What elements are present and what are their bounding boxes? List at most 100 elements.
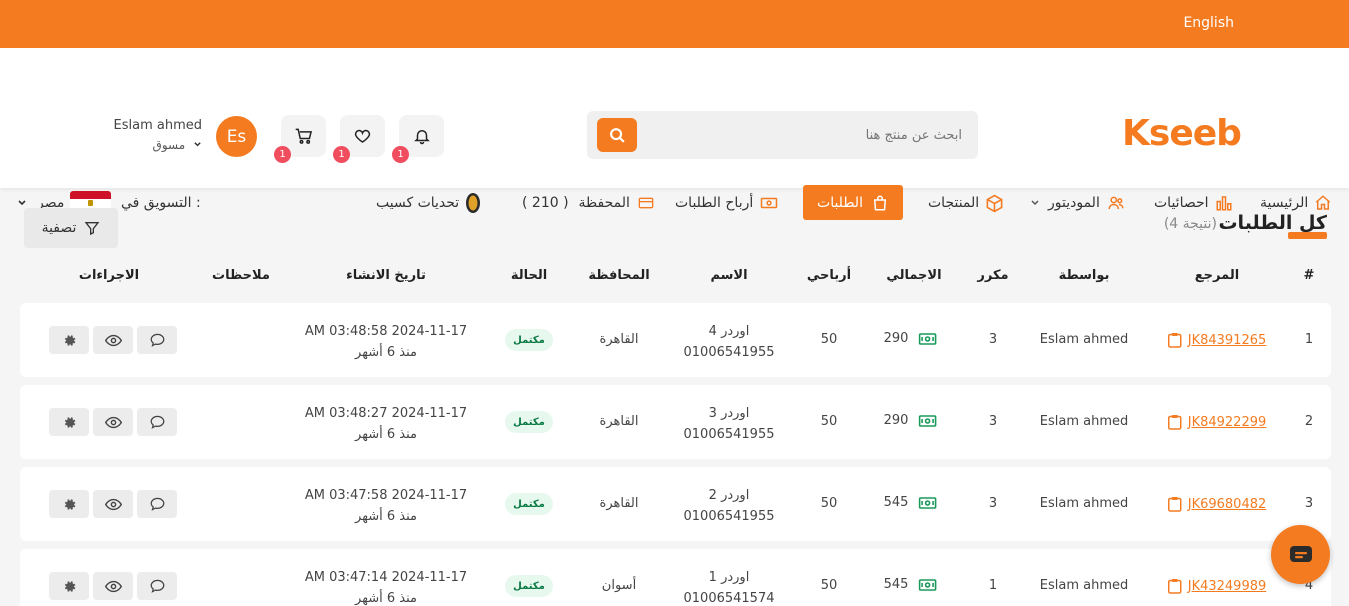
filter-button[interactable]: تصفية xyxy=(24,208,118,248)
money-icon xyxy=(918,496,937,509)
money-icon xyxy=(918,578,937,591)
comment-button[interactable] xyxy=(137,490,177,518)
created-ago: منذ 6 أشهر xyxy=(355,427,417,442)
my-profit: 50 xyxy=(820,496,838,511)
repeat-count: 3 xyxy=(988,414,998,429)
nav-wallet[interactable]: ( 210 ) المحفظة xyxy=(522,194,656,212)
total-value: 290 xyxy=(883,331,909,346)
comment-button[interactable] xyxy=(137,408,177,436)
cart-badge: 1 xyxy=(274,146,291,163)
created-datetime: AM 03:48:27 2024-11-17 xyxy=(304,406,468,421)
search-button[interactable] xyxy=(597,118,637,152)
comment-button[interactable] xyxy=(137,326,177,354)
heart-icon xyxy=(354,129,371,143)
status-badge: مكتمل xyxy=(505,329,553,351)
nav-order-profits[interactable]: أرباح الطلبات xyxy=(675,194,779,212)
created-date: AM 03:47:14 2024-11-17 منذ 6 أشهر xyxy=(305,567,467,606)
nav-moderator[interactable]: الموديتور xyxy=(1030,194,1126,212)
row-number: 2 xyxy=(1304,414,1314,429)
gear-icon xyxy=(64,416,75,428)
notifications-badge: 1 xyxy=(392,146,409,163)
cart-button[interactable]: 1 xyxy=(274,115,326,163)
header-total: الاجمالي xyxy=(886,268,942,283)
search-icon xyxy=(609,127,625,143)
settings-button[interactable] xyxy=(49,326,89,354)
header-num: # xyxy=(1303,268,1315,283)
user-name[interactable]: Eslam ahmed xyxy=(100,118,202,133)
settings-button[interactable] xyxy=(49,490,89,518)
header-status: الحالة xyxy=(510,268,548,283)
nav-home[interactable]: الرئيسية xyxy=(1260,194,1332,212)
chat-button[interactable] xyxy=(1271,525,1330,584)
home-icon xyxy=(1315,195,1331,210)
order-ref: JK84922299 xyxy=(1187,414,1267,430)
shopping-bag-icon xyxy=(873,195,887,210)
order-ref-link[interactable]: JK69680482 xyxy=(1167,496,1266,512)
customer-info: اوردر 4 01006541955 xyxy=(684,321,775,363)
eye-icon xyxy=(104,416,122,428)
order-ref-link[interactable]: JK84391265 xyxy=(1167,332,1266,348)
bell-icon xyxy=(413,130,430,145)
view-button[interactable] xyxy=(93,572,133,600)
status-badge: مكتمل xyxy=(505,575,553,597)
view-button[interactable] xyxy=(93,490,133,518)
marketing-in-text: التسويق في : xyxy=(121,195,201,211)
settings-button[interactable] xyxy=(49,408,89,436)
comment-icon xyxy=(150,333,164,347)
nav-stats[interactable]: احصائيات xyxy=(1154,194,1233,212)
money-icon xyxy=(761,197,778,209)
comment-icon xyxy=(150,497,164,511)
order-ref-link[interactable]: JK43249989 xyxy=(1167,578,1266,594)
order-ref-link[interactable]: JK84922299 xyxy=(1167,414,1267,430)
gear-icon xyxy=(64,580,75,592)
header-notes: ملاحظات xyxy=(212,268,270,283)
customer-info: اوردر 3 01006541955 xyxy=(684,403,775,445)
created-datetime: AM 03:47:14 2024-11-17 xyxy=(304,570,468,585)
created-ago: منذ 6 أشهر xyxy=(355,591,417,606)
settings-button[interactable] xyxy=(49,572,89,600)
created-date: AM 03:48:58 2024-11-17 منذ 6 أشهر xyxy=(305,321,467,363)
view-button[interactable] xyxy=(93,326,133,354)
governorate: أسوان xyxy=(601,578,637,593)
table-row: 1 JK84391265 Eslam ahmed 3 290 50 اوردر … xyxy=(20,303,1331,377)
nav-challenges-label: تحديات كسيب xyxy=(376,195,460,211)
language-switch-link[interactable]: English xyxy=(1183,15,1234,31)
nav-products[interactable]: المنتجات xyxy=(928,194,1004,212)
clipboard-icon xyxy=(1167,415,1182,430)
created-datetime: AM 03:48:58 2024-11-17 xyxy=(304,324,468,339)
table-row: 3 JK69680482 Eslam ahmed 3 545 50 اوردر … xyxy=(20,467,1331,541)
cart-icon xyxy=(295,128,312,144)
nav-orders[interactable]: الطلبات xyxy=(803,185,903,220)
kseeb-logo[interactable]: Kseeb xyxy=(1122,114,1242,154)
comment-button[interactable] xyxy=(137,572,177,600)
customer-name: اوردر 4 xyxy=(708,324,750,339)
customer-phone: 01006541955 xyxy=(683,345,775,360)
user-avatar[interactable]: Es xyxy=(216,116,257,157)
created-datetime: AM 03:47:58 2024-11-17 xyxy=(304,488,468,503)
search-input[interactable] xyxy=(637,111,962,159)
row-number: 3 xyxy=(1304,496,1314,511)
nav-products-label: المنتجات xyxy=(928,195,980,211)
total-value: 545 xyxy=(883,495,909,510)
header-actions: الاجراءات xyxy=(78,268,140,283)
customer-name: اوردر 3 xyxy=(708,406,750,421)
header-ref: المرجع xyxy=(1194,268,1240,283)
view-button[interactable] xyxy=(93,408,133,436)
nav-order-profits-label: أرباح الطلبات xyxy=(675,195,754,211)
bar-chart-icon xyxy=(1216,196,1232,211)
notifications-button[interactable]: 1 xyxy=(392,115,444,163)
total-value: 545 xyxy=(883,577,909,592)
user-role-dropdown[interactable]: مسوق xyxy=(100,138,202,152)
total-value: 290 xyxy=(883,413,909,428)
filter-label: تصفية xyxy=(41,220,77,236)
created-ago: منذ 6 أشهر xyxy=(355,345,417,360)
wishlist-button[interactable]: 1 xyxy=(333,115,385,163)
customer-phone: 01006541574 xyxy=(683,591,775,606)
nav-challenges[interactable]: تحديات كسيب xyxy=(376,193,481,213)
governorate: القاهرة xyxy=(599,414,639,429)
table-row: 4 JK43249989 Eslam ahmed 1 545 50 اوردر … xyxy=(20,549,1331,606)
title-underline xyxy=(1288,232,1327,239)
result-count: (4 نتيجة) xyxy=(1163,216,1217,232)
user-role: مسوق xyxy=(152,138,186,152)
my-profit: 50 xyxy=(820,414,838,429)
